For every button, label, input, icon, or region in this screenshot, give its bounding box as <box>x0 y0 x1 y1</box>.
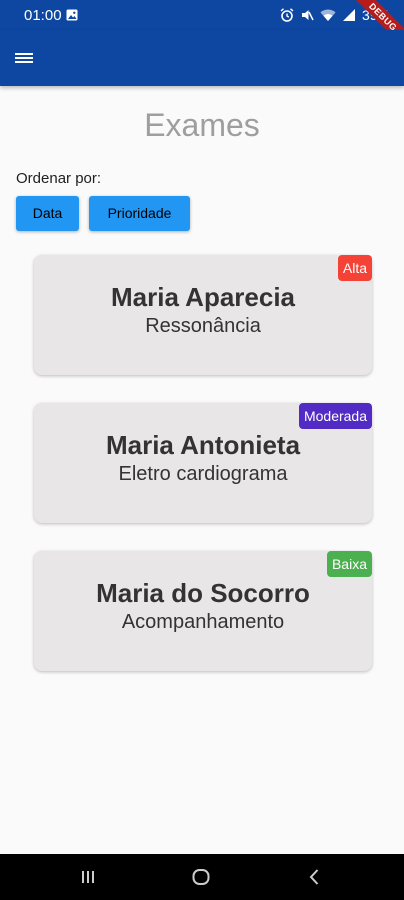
exam-card[interactable]: Maria Antonieta Eletro cardiograma Moder… <box>34 403 372 523</box>
exam-type: Ressonância <box>145 315 261 337</box>
signal-icon <box>342 9 355 21</box>
alarm-icon <box>280 8 294 22</box>
mute-icon <box>301 10 314 21</box>
patient-name: Maria Aparecia <box>110 282 296 312</box>
status-bar: 01:00 39% DEBUG <box>0 0 404 53</box>
home-icon[interactable] <box>191 867 211 887</box>
patient-name: Maria do Socorro <box>96 578 310 608</box>
sort-label: Ordenar por: <box>16 170 102 187</box>
page-title: Exames <box>144 107 260 143</box>
system-nav-bar <box>0 854 404 900</box>
wifi-icon <box>320 9 336 21</box>
menu-icon[interactable] <box>12 46 36 70</box>
exam-type: Eletro cardiograma <box>118 463 288 485</box>
image-notification-icon <box>66 9 78 21</box>
exam-type: Acompanhamento <box>121 611 285 633</box>
app-bar <box>0 30 404 86</box>
back-icon[interactable] <box>305 867 325 887</box>
exam-card[interactable]: Maria do Socorro Acompanhamento Baixa <box>34 551 372 671</box>
exam-card[interactable]: Maria Aparecia Ressonância Alta <box>34 255 372 375</box>
priority-badge: Baixa <box>326 551 372 577</box>
priority-badge: Moderada <box>298 403 372 429</box>
recent-apps-icon[interactable] <box>78 867 98 887</box>
sort-by-priority-button[interactable]: Prioridade <box>89 196 190 231</box>
patient-name: Maria Antonieta <box>105 430 301 460</box>
priority-badge: Alta <box>337 255 372 281</box>
sort-by-date-button[interactable]: Data <box>16 196 79 231</box>
status-time: 01:00 <box>24 7 62 24</box>
